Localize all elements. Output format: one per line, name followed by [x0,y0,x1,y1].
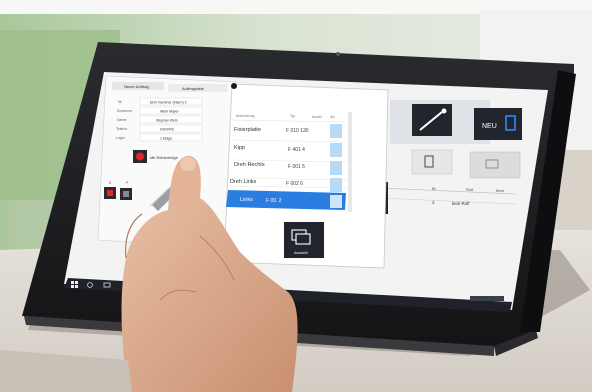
list-header-name: Bezeichnung [236,114,255,118]
panel-close-dot[interactable] [231,83,237,89]
list-item-checkbox[interactable] [330,143,342,157]
list-item-code: F 010 130 [286,128,309,134]
field-value: Stephan Klein [156,119,178,123]
table-header-bem: Bem [496,188,505,193]
secondary-button[interactable] [469,151,521,179]
select-label: Auswahl [294,251,308,255]
item-list-panel: Bezeichnung Typ Anzahl Akt Fixierplatte … [223,83,389,269]
select-button[interactable]: Auswahl [284,222,324,258]
field-value: Werk Mayer [160,110,180,114]
table-cell-rolf: kein Rolf [452,201,470,206]
list-item-name: Dreh Links [230,179,257,185]
sequence-label: Mit Reihenfolge [150,155,179,160]
list-item-name: Links [240,197,253,203]
list-item-name: Kipp [234,145,245,151]
doc-button[interactable] [411,149,453,175]
stop-icon [136,152,144,161]
system-tray [470,296,504,301]
list-item-checkbox[interactable] [330,195,342,208]
list-item-code: F 09 .2 [266,198,282,204]
list-header-type: Typ [290,114,295,118]
tab-order-list-label: Auftragsliste [182,86,205,91]
list-item-selected[interactable]: Links F 09 .2 [226,190,346,210]
field-label: Name [117,118,126,122]
list-item-code: F 401 4 [288,147,305,153]
field-label: Telefon [116,127,127,131]
list-scrollbar[interactable] [348,112,352,212]
tab-new-order-label: Neuer Auftrag [124,84,149,89]
field-value: 1 Etage [160,137,172,141]
new-label: NEU [482,123,497,130]
list-item-code: F 001 5 [288,164,305,170]
field-label: Kundennr. [117,109,133,113]
pen-button[interactable] [412,104,452,136]
field-label: Nr. [118,100,123,104]
field-label: Lager [116,136,126,140]
list-header-count: Anzahl [312,115,322,119]
list-item-checkbox[interactable] [330,124,342,138]
field-value: 0420478 [160,128,174,132]
new-button[interactable]: NEU [474,108,522,140]
field-value: EDV Nummer (intern) 2 [150,101,187,105]
list-item-checkbox[interactable] [330,161,342,175]
list-item-name: Dreh Rechts [234,162,265,168]
table-header-bl: Bl [432,186,436,191]
list-item-code: F 002 6 [286,181,303,187]
list-header-action: Akt [330,115,335,119]
list-item-name: Fixierplatte [234,127,261,133]
list-item-checkbox[interactable] [330,178,342,192]
table-header-rolf: Rolf [466,187,474,192]
photo-scene: NEU Bl Rolf Bem 2 kein Rolf Lösc [0,0,592,392]
